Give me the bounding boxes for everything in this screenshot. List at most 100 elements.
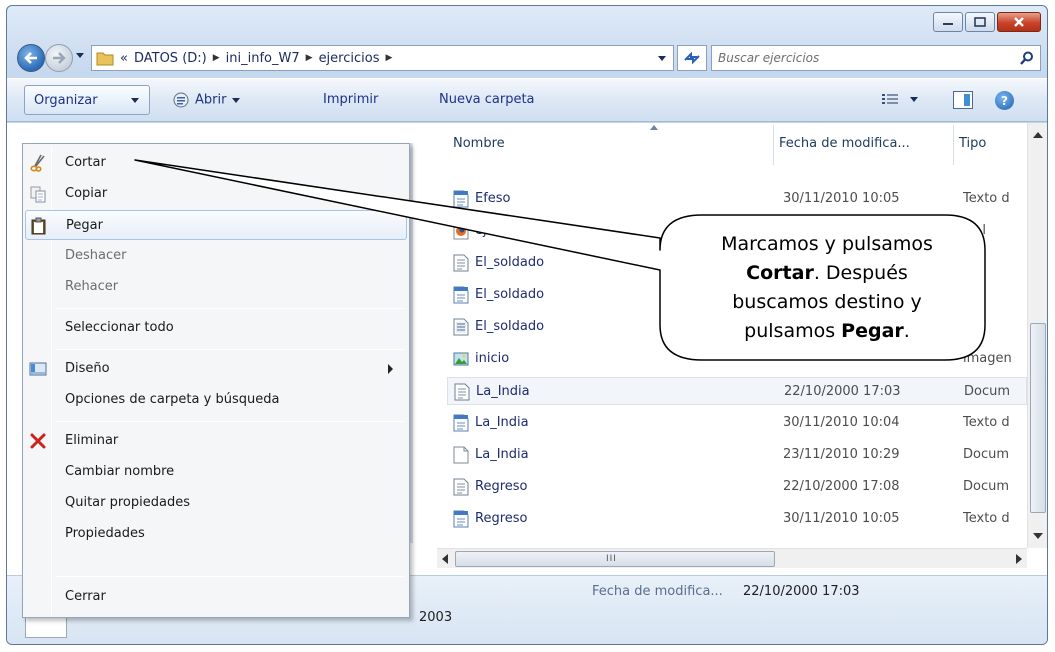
address-overflow[interactable]: « bbox=[120, 51, 128, 66]
column-divider[interactable] bbox=[773, 125, 774, 165]
column-divider[interactable] bbox=[953, 125, 954, 165]
open-button[interactable]: Abrir bbox=[172, 92, 241, 108]
file-row[interactable]: La_India 23/11/2010 10:29 Docum bbox=[447, 441, 1027, 469]
menu-separator bbox=[55, 308, 405, 309]
recent-pages-dropdown-icon[interactable] bbox=[75, 52, 85, 60]
search-placeholder: Buscar ejercicios bbox=[718, 51, 820, 65]
menu-item-undo[interactable]: Deshacer bbox=[25, 241, 407, 271]
maximize-icon bbox=[974, 17, 986, 27]
menu-item-label: Cerrar bbox=[65, 589, 106, 604]
vertical-scrollbar[interactable] bbox=[1027, 123, 1047, 548]
menu-item-cut[interactable]: Cortar bbox=[25, 148, 407, 178]
file-name: Regreso bbox=[475, 511, 528, 526]
forward-arrow-icon bbox=[53, 52, 66, 64]
file-date: 30/11/2010 10:04 bbox=[783, 415, 900, 430]
menu-item-rename[interactable]: Cambiar nombre bbox=[25, 457, 407, 487]
refresh-button[interactable] bbox=[677, 45, 707, 71]
menu-item-copy[interactable]: Copiar bbox=[25, 179, 407, 209]
print-button[interactable]: Imprimir bbox=[323, 92, 378, 107]
menu-item-remove-properties[interactable]: Quitar propiedades bbox=[25, 488, 407, 518]
menu-item-close[interactable]: Cerrar bbox=[25, 582, 407, 612]
file-name: ejer bbox=[475, 223, 500, 238]
menu-item-select-all[interactable]: Seleccionar todo bbox=[25, 313, 407, 343]
file-date: 23/11/2010 10:29 bbox=[783, 447, 900, 462]
vertical-scroll-thumb[interactable] bbox=[1030, 323, 1046, 513]
minimize-button[interactable] bbox=[933, 12, 963, 32]
file-type: imagen bbox=[963, 351, 1012, 366]
file-row[interactable]: Efeso 30/11/2010 10:05 Texto d bbox=[447, 185, 1027, 213]
change-view-button[interactable] bbox=[882, 93, 918, 105]
breadcrumb-ejercicios[interactable]: ejercicios bbox=[319, 51, 380, 66]
forward-button[interactable] bbox=[45, 44, 73, 72]
file-name: La_India bbox=[475, 447, 529, 462]
column-header-type[interactable]: Tipo bbox=[959, 136, 986, 151]
file-row[interactable]: Regreso 22/10/2000 17:08 Docum bbox=[447, 473, 1027, 501]
search-icon[interactable] bbox=[1020, 51, 1034, 65]
address-bar[interactable]: « DATOS (D:) ▶ ini_info_W7 ▶ ejercicios … bbox=[91, 45, 674, 71]
minimize-icon bbox=[943, 23, 953, 25]
horizontal-scrollbar[interactable]: III bbox=[437, 548, 1027, 568]
back-arrow-icon bbox=[24, 52, 37, 64]
file-row[interactable]: Regreso 30/11/2010 10:05 Texto d bbox=[447, 505, 1027, 533]
close-icon bbox=[1014, 17, 1024, 27]
organize-menu: Cortar Copiar Pegar Deshacer Rehacer Sel… bbox=[22, 143, 410, 618]
menu-item-delete[interactable]: Eliminar bbox=[25, 426, 407, 456]
breadcrumb-separator-icon[interactable]: ▶ bbox=[213, 53, 220, 63]
document-icon bbox=[453, 318, 469, 336]
menu-item-redo[interactable]: Rehacer bbox=[25, 272, 407, 302]
file-name: inicio bbox=[475, 351, 510, 366]
breadcrumb-drive[interactable]: DATOS (D:) bbox=[134, 51, 207, 66]
open-label: Abrir bbox=[195, 92, 227, 108]
menu-item-paste[interactable]: Pegar bbox=[25, 210, 407, 240]
sort-ascending-icon bbox=[650, 125, 658, 130]
caption-buttons bbox=[933, 12, 1041, 32]
column-header-date[interactable]: Fecha de modifica... bbox=[779, 136, 910, 151]
document-icon bbox=[453, 254, 469, 272]
text-document-icon bbox=[453, 414, 469, 432]
view-list-icon bbox=[882, 94, 898, 104]
scissors-icon bbox=[30, 154, 45, 172]
breadcrumb-separator-icon[interactable]: ▶ bbox=[385, 53, 392, 63]
file-name: Regreso bbox=[475, 479, 528, 494]
horizontal-scroll-thumb[interactable]: III bbox=[455, 551, 775, 567]
scroll-down-icon[interactable] bbox=[1033, 533, 1043, 539]
file-name: El_soldado bbox=[475, 287, 545, 302]
menu-item-properties[interactable]: Propiedades bbox=[25, 519, 407, 549]
address-history-dropdown-icon[interactable] bbox=[657, 55, 667, 63]
file-row[interactable]: inicio imagen bbox=[447, 345, 1027, 373]
menu-item-layout[interactable]: Diseño bbox=[25, 354, 407, 384]
menu-item-label: Propiedades bbox=[65, 526, 145, 541]
new-folder-button[interactable]: Nueva carpeta bbox=[439, 92, 535, 107]
back-button[interactable] bbox=[17, 44, 45, 72]
html-document-icon bbox=[453, 222, 469, 240]
scroll-right-icon[interactable] bbox=[1016, 554, 1022, 564]
scroll-left-icon[interactable] bbox=[442, 554, 448, 564]
menu-item-label: Pegar bbox=[66, 218, 103, 233]
file-date: 30/11/2010 10:05 bbox=[783, 511, 900, 526]
preview-pane-button[interactable] bbox=[953, 91, 973, 109]
menu-item-label: Cambiar nombre bbox=[65, 464, 175, 479]
text-document-icon bbox=[453, 286, 469, 304]
scroll-up-icon[interactable] bbox=[1033, 132, 1043, 138]
column-header-name[interactable]: Nombre bbox=[453, 136, 505, 151]
menu-separator bbox=[55, 576, 405, 577]
breadcrumb-ini-info[interactable]: ini_info_W7 bbox=[226, 51, 300, 66]
file-row[interactable]: La_India 30/11/2010 10:04 Texto d bbox=[447, 409, 1027, 437]
close-button[interactable] bbox=[997, 12, 1041, 32]
callout-line-4: pulsamos Pegar. bbox=[672, 317, 982, 346]
search-input[interactable]: Buscar ejercicios bbox=[711, 45, 1041, 71]
copy-icon bbox=[30, 186, 46, 203]
submenu-arrow-icon bbox=[388, 364, 393, 374]
organize-button[interactable]: Organizar bbox=[24, 85, 150, 115]
file-row-selected[interactable]: La_India 22/10/2000 17:03 Docum bbox=[447, 377, 1027, 405]
help-icon[interactable]: ? bbox=[995, 91, 1014, 110]
menu-item-folder-options[interactable]: Opciones de carpeta y búsqueda bbox=[25, 385, 407, 415]
file-name: La_India bbox=[475, 415, 529, 430]
menu-item-label: Rehacer bbox=[65, 279, 119, 294]
menu-item-label: Eliminar bbox=[65, 433, 119, 448]
refresh-icon bbox=[684, 51, 700, 65]
breadcrumb-separator-icon[interactable]: ▶ bbox=[306, 53, 313, 63]
maximize-button[interactable] bbox=[965, 12, 995, 32]
chevron-down-icon bbox=[910, 96, 918, 102]
text-document-icon bbox=[453, 510, 469, 528]
